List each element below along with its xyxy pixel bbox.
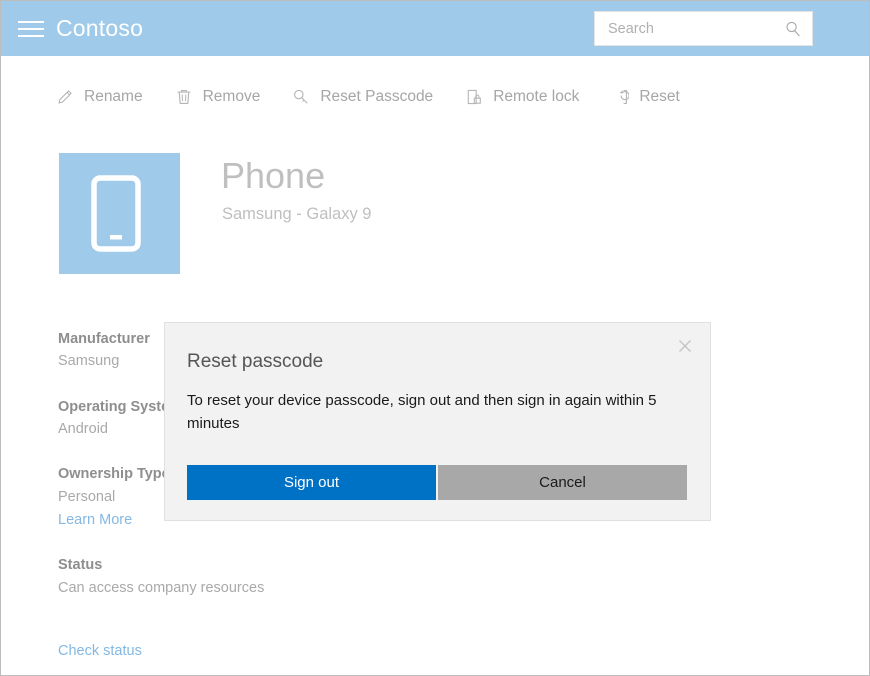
sign-out-button[interactable]: Sign out [187, 465, 436, 500]
search-box[interactable] [594, 11, 813, 46]
command-reset-passcode[interactable]: Reset Passcode [292, 79, 433, 115]
command-rename-label: Rename [84, 89, 143, 105]
dialog-title: Reset passcode [187, 352, 323, 371]
close-icon[interactable] [674, 335, 696, 357]
command-remove-label: Remove [203, 89, 261, 105]
trash-icon [175, 88, 193, 106]
command-reset-passcode-label: Reset Passcode [320, 89, 433, 105]
hamburger-bar-2 [18, 28, 44, 30]
brand-title: Contoso [56, 17, 143, 40]
command-remove[interactable]: Remove [175, 79, 261, 115]
hamburger-bar-3 [18, 35, 44, 37]
command-reset-label: Reset [639, 89, 680, 105]
key-icon [292, 88, 310, 106]
command-bar: Rename Remove Reset Passcode [56, 79, 712, 115]
hamburger-icon[interactable] [18, 18, 44, 40]
command-remote-lock[interactable]: Remote lock [465, 79, 579, 115]
dialog-button-row: Sign out Cancel [187, 465, 687, 500]
reset-passcode-dialog: Reset passcode To reset your device pass… [164, 322, 711, 521]
command-rename[interactable]: Rename [56, 79, 143, 115]
phone-icon [91, 175, 141, 252]
field-value-status: Can access company resources [58, 577, 458, 600]
pencil-icon [56, 88, 74, 106]
hamburger-bar-1 [18, 21, 44, 23]
field-label-status: Status [58, 554, 458, 576]
detail-field-status: Status Can access company resources [58, 554, 458, 600]
app-window: Contoso Rename Remov [0, 0, 870, 676]
cancel-button[interactable]: Cancel [438, 465, 687, 500]
dialog-body-text: To reset your device passcode, sign out … [187, 389, 667, 436]
device-subtitle: Samsung - Galaxy 9 [222, 205, 371, 223]
learn-more-link[interactable]: Learn More [58, 509, 132, 532]
search-input[interactable] [608, 19, 768, 39]
device-tile [59, 153, 180, 274]
app-header: Contoso [1, 1, 869, 56]
page-title: Phone [221, 156, 325, 196]
command-reset[interactable]: Reset [611, 79, 680, 115]
search-icon[interactable] [784, 20, 802, 38]
command-remote-lock-label: Remote lock [493, 89, 579, 105]
check-status-link[interactable]: Check status [58, 643, 142, 659]
device-lock-icon [465, 88, 483, 106]
reset-arrow-icon [611, 88, 629, 106]
